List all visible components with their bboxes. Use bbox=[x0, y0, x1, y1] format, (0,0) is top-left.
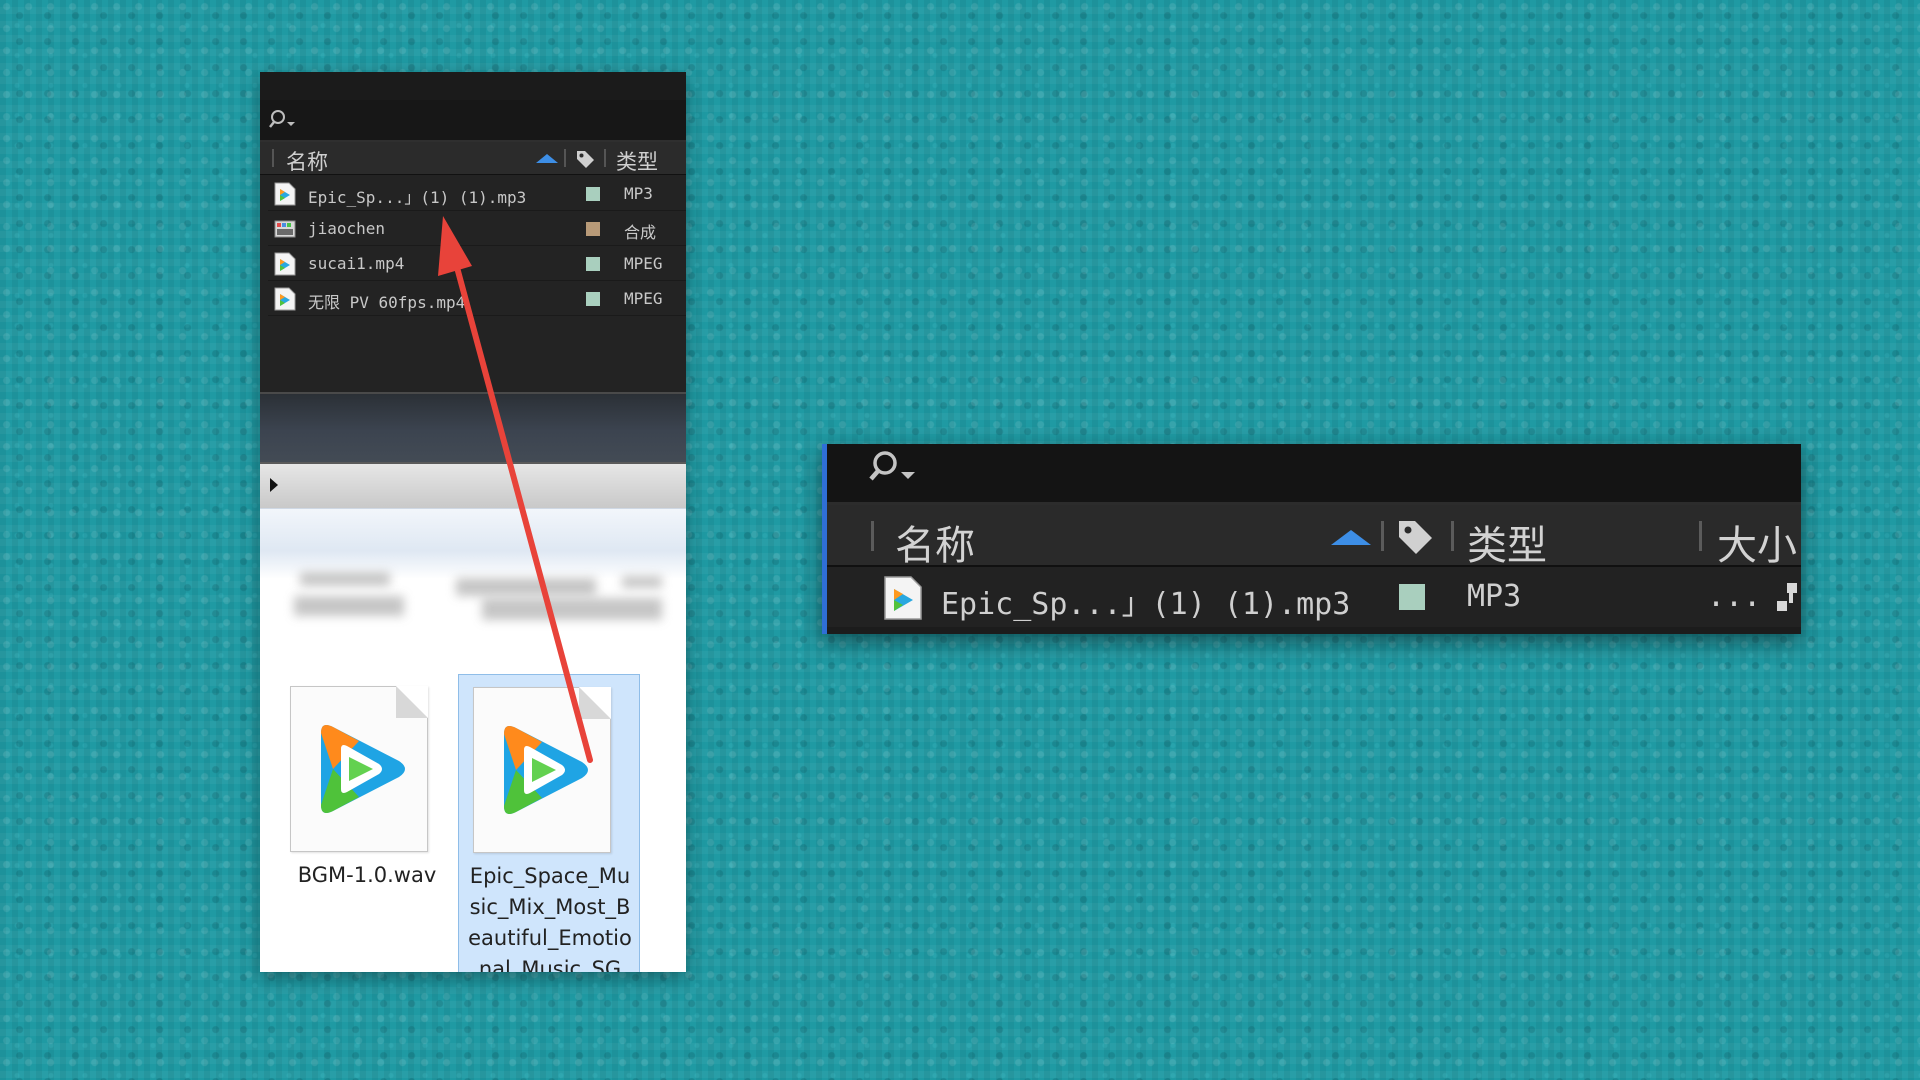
label-tag-icon[interactable] bbox=[574, 148, 596, 170]
column-divider bbox=[604, 149, 606, 167]
search-icon[interactable] bbox=[268, 108, 298, 132]
explorer-toolbar bbox=[260, 508, 686, 579]
blurred-text bbox=[456, 578, 596, 596]
label-swatch[interactable] bbox=[586, 292, 600, 306]
column-divider bbox=[871, 521, 874, 551]
file-tile-bgm[interactable]: BGM-1.0.wav bbox=[276, 674, 456, 972]
search-icon[interactable] bbox=[867, 448, 919, 488]
label-tag-icon[interactable] bbox=[1395, 517, 1435, 557]
file-document-icon bbox=[290, 686, 428, 852]
column-name-header[interactable]: 名称 bbox=[286, 146, 328, 176]
item-size: ... bbox=[1707, 579, 1762, 614]
item-name: jiaochen bbox=[308, 219, 386, 238]
sort-ascending-icon[interactable] bbox=[536, 154, 558, 163]
column-size-header[interactable]: 大小 bbox=[1717, 513, 1797, 571]
media-file-icon bbox=[274, 252, 296, 276]
item-type: 合成 bbox=[624, 223, 657, 242]
item-name: Epic_Sp...」(1) (1).mp3 bbox=[308, 188, 527, 207]
media-file-icon bbox=[274, 182, 296, 206]
project-item-row[interactable]: sucai1.mp4 MPEG bbox=[268, 246, 686, 281]
label-swatch[interactable] bbox=[586, 222, 600, 236]
item-type: MPEG bbox=[624, 254, 663, 273]
tencent-video-logo-icon bbox=[504, 726, 588, 814]
column-name-header[interactable]: 名称 bbox=[895, 513, 975, 571]
item-type: MP3 bbox=[1467, 579, 1522, 614]
project-panel-screenshot: 名称 类型 Epic_Sp...」(1) (1).mp3 MP3 jiaoche… bbox=[260, 72, 686, 972]
label-swatch[interactable] bbox=[586, 257, 600, 271]
label-swatch[interactable] bbox=[586, 187, 600, 201]
composition-icon bbox=[274, 220, 296, 238]
sort-ascending-icon[interactable] bbox=[1331, 530, 1371, 545]
column-divider bbox=[1451, 521, 1454, 551]
media-file-icon bbox=[274, 287, 296, 311]
flowchart-icon[interactable] bbox=[1775, 581, 1801, 615]
column-divider bbox=[564, 149, 566, 167]
file-explorer-view: BGM-1.0.wav Epic_Space_Music_Mix_Most_Be… bbox=[260, 572, 686, 972]
item-name: sucai1.mp4 bbox=[308, 254, 405, 273]
item-type: MP3 bbox=[624, 184, 653, 203]
column-type-header[interactable]: 类型 bbox=[616, 146, 658, 176]
column-divider bbox=[1381, 521, 1384, 551]
project-item-row[interactable]: Epic_Sp...」(1) (1).mp3 MP3 ... bbox=[827, 567, 1801, 627]
blurred-text bbox=[482, 598, 662, 620]
item-name: Epic_Sp...」(1) (1).mp3 bbox=[941, 587, 1351, 622]
item-type: MPEG bbox=[624, 289, 663, 308]
column-type-header[interactable]: 类型 bbox=[1467, 513, 1547, 571]
file-name: Epic_Space_Music_Mix_Most_Beautiful_Emot… bbox=[468, 864, 632, 972]
blurred-text bbox=[300, 572, 390, 586]
file-name: BGM-1.0.wav bbox=[297, 863, 437, 887]
project-column-header: 名称 类型 bbox=[260, 142, 686, 175]
file-tile-epic-space[interactable]: Epic_Space_Music_Mix_Most_Beautiful_Emot… bbox=[458, 674, 640, 972]
project-search-field[interactable] bbox=[827, 444, 1801, 505]
column-divider bbox=[1699, 521, 1702, 551]
project-item-row[interactable]: Epic_Sp...」(1) (1).mp3 MP3 bbox=[268, 176, 686, 211]
expand-triangle-icon[interactable] bbox=[270, 478, 278, 492]
blurred-text bbox=[622, 576, 662, 588]
project-column-header: 名称 类型 大小 bbox=[827, 505, 1801, 569]
zoomed-project-panel: 名称 类型 大小 Epic_Sp...」(1) (1).mp3 MP3 ... bbox=[822, 444, 1801, 634]
item-name: 无限 PV 60fps.mp4 bbox=[308, 293, 466, 312]
media-file-icon bbox=[884, 576, 922, 620]
column-divider bbox=[272, 149, 274, 167]
file-document-icon bbox=[473, 687, 611, 853]
timeline-strip bbox=[260, 462, 686, 510]
blurred-text bbox=[294, 596, 404, 616]
project-search-field[interactable] bbox=[260, 100, 686, 142]
label-swatch[interactable] bbox=[1399, 584, 1425, 610]
panel-tab-bar bbox=[260, 72, 686, 100]
tencent-video-logo-icon bbox=[321, 725, 405, 813]
viewer-area bbox=[260, 394, 686, 462]
project-item-row[interactable]: 无限 PV 60fps.mp4 MPEG bbox=[268, 281, 686, 316]
project-item-row[interactable]: jiaochen 合成 bbox=[268, 211, 686, 246]
